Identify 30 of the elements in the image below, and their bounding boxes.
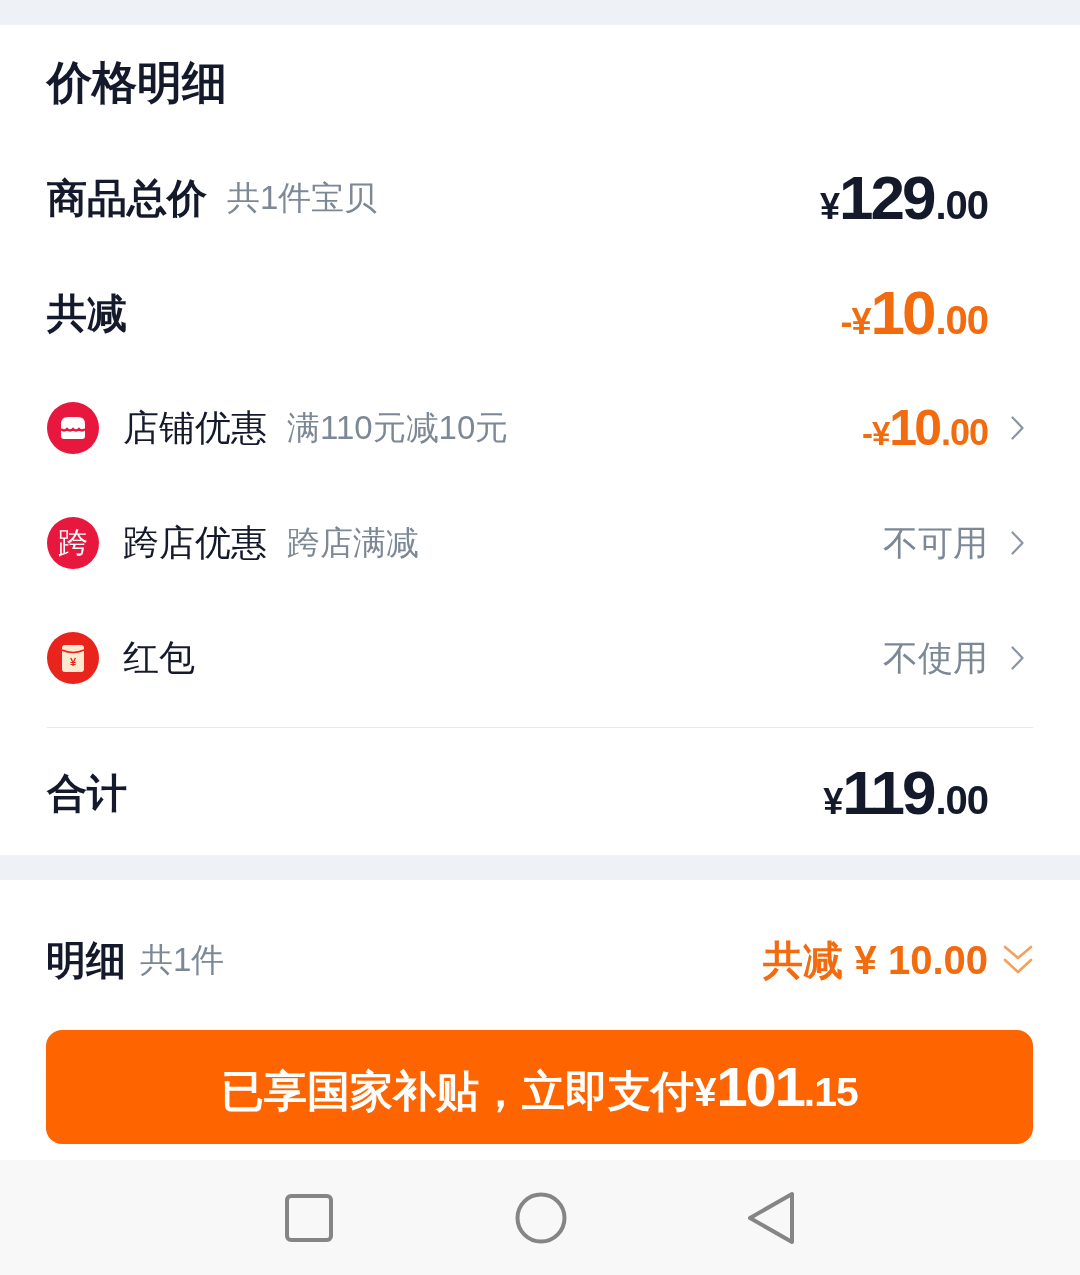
price-amount: -¥10.00 bbox=[840, 281, 988, 344]
chevron-right-icon[interactable] bbox=[1011, 530, 1024, 555]
total-label: 合计 bbox=[47, 770, 127, 815]
discount-label: 店铺优惠 bbox=[123, 405, 267, 450]
saving-amount: 共减 ¥ 10.00 bbox=[763, 937, 988, 984]
price-amount: ¥129.00 bbox=[819, 166, 988, 229]
discount-label: 红包 bbox=[123, 635, 195, 680]
detail-note: 共1件 bbox=[140, 940, 225, 980]
cross-store-badge: 跨 bbox=[47, 516, 99, 569]
row-label: 商品总价 bbox=[47, 174, 207, 222]
section-title: 价格明细 bbox=[47, 55, 227, 110]
chevron-right-icon[interactable] bbox=[1011, 415, 1024, 440]
discount-amount: -¥10.00 bbox=[862, 402, 988, 453]
envelope-icon: ¥ bbox=[47, 631, 99, 684]
discount-note: 跨店满减 bbox=[287, 522, 419, 563]
discount-label: 跨店优惠 bbox=[123, 520, 267, 565]
discount-note: 满110元减10元 bbox=[287, 407, 509, 448]
row-label: 共减 bbox=[47, 289, 127, 337]
discount-status: 不可用 bbox=[883, 521, 988, 564]
shop-icon bbox=[47, 401, 99, 454]
square-icon[interactable] bbox=[285, 1193, 333, 1242]
pay-button[interactable]: 已享国家补贴，立即支付¥101.15 bbox=[46, 1030, 1033, 1144]
row-note: 共1件宝贝 bbox=[227, 177, 378, 218]
discount-status: 不使用 bbox=[883, 636, 988, 679]
back-icon[interactable] bbox=[747, 1190, 795, 1245]
circle-icon[interactable] bbox=[515, 1191, 567, 1244]
detail-label: 明细 bbox=[46, 937, 126, 984]
total-amount: ¥119.00 bbox=[823, 761, 988, 824]
chevron-right-icon[interactable] bbox=[1011, 645, 1024, 670]
double-chevron-down-icon[interactable] bbox=[1003, 944, 1033, 976]
